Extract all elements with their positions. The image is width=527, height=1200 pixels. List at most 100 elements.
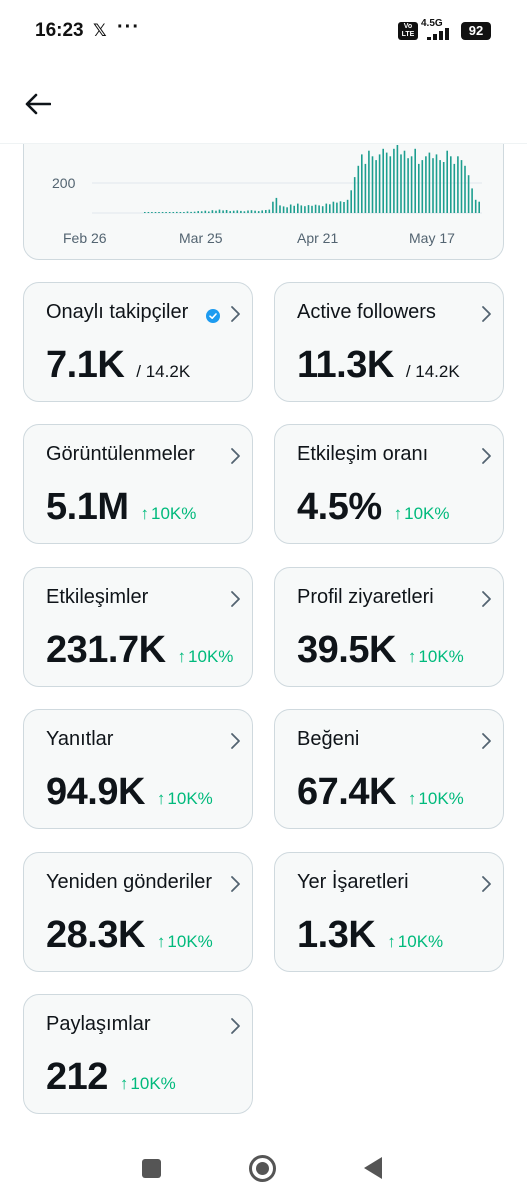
chart-bar bbox=[307, 205, 310, 213]
metric-card[interactable]: Görüntülenmeler 5.1M ↑ 10K% bbox=[23, 424, 253, 544]
metric-value: 5.1M bbox=[46, 486, 129, 528]
chart-bar bbox=[364, 163, 367, 213]
system-back-button[interactable] bbox=[364, 1157, 382, 1179]
chart-bar bbox=[353, 177, 356, 213]
chart-bar bbox=[190, 211, 192, 213]
chart-bar bbox=[414, 148, 416, 213]
metric-value-row: 39.5K ↑ 10K% bbox=[297, 629, 464, 672]
chart-bar bbox=[407, 158, 409, 213]
chart-bar bbox=[428, 152, 431, 213]
recents-button[interactable] bbox=[142, 1159, 161, 1178]
chart-bar bbox=[193, 211, 196, 213]
chart-bar bbox=[467, 175, 470, 213]
metric-change: ↑ 10K% bbox=[387, 932, 443, 952]
chart-bar bbox=[147, 212, 150, 213]
chevron-right-icon bbox=[231, 1018, 240, 1034]
metric-title: Active followers bbox=[297, 301, 436, 323]
metric-title: Beğeni bbox=[297, 728, 360, 750]
chart-bar bbox=[293, 205, 295, 213]
chart-bar bbox=[282, 206, 285, 213]
chart-bar bbox=[368, 150, 370, 213]
arrow-up-icon: ↑ bbox=[407, 789, 417, 808]
chart-bar bbox=[200, 211, 203, 213]
more-notifications-icon: ··· bbox=[117, 16, 140, 38]
back-button[interactable] bbox=[18, 84, 58, 124]
chart-bar bbox=[478, 201, 480, 213]
chart-bar bbox=[418, 163, 420, 213]
chart-bar bbox=[457, 156, 459, 213]
chart-bar bbox=[204, 210, 207, 213]
x-tick-label: Feb 26 bbox=[63, 230, 107, 246]
chevron-right-icon bbox=[482, 876, 491, 892]
chart-bar bbox=[186, 211, 189, 213]
metric-value-row: 94.9K ↑ 10K% bbox=[46, 771, 213, 814]
chart-bar bbox=[261, 210, 263, 213]
metric-change: ↑ 10K% bbox=[408, 647, 464, 667]
chart-bar bbox=[361, 154, 363, 213]
chart-bar bbox=[197, 211, 199, 213]
metric-title: Yer İşaretleri bbox=[297, 871, 409, 893]
chart-bar bbox=[375, 160, 377, 213]
metric-card[interactable]: Yanıtlar 94.9K ↑ 10K% bbox=[23, 709, 253, 829]
metric-change-value: 10K% bbox=[167, 789, 213, 808]
chart-bar bbox=[236, 210, 239, 213]
chart-bar bbox=[371, 156, 374, 213]
chart-bar bbox=[332, 201, 335, 213]
chart-bar bbox=[446, 150, 448, 213]
metric-card[interactable]: Onaylı takipçiler 7.1K / 14.2K bbox=[23, 282, 253, 402]
chart-bar bbox=[272, 201, 274, 213]
chart-bar bbox=[403, 150, 406, 213]
chart-bar bbox=[393, 148, 395, 213]
chart-bar bbox=[279, 205, 281, 213]
metric-card[interactable]: Profil ziyaretleri 39.5K ↑ 10K% bbox=[274, 567, 504, 687]
status-time: 16:23 bbox=[35, 20, 84, 41]
metric-card[interactable]: Paylaşımlar 212 ↑ 10K% bbox=[23, 994, 253, 1114]
chart-bar bbox=[439, 160, 441, 213]
chart-bar bbox=[304, 206, 306, 213]
chart-bar bbox=[343, 202, 345, 213]
chart-bar bbox=[275, 197, 278, 213]
chart-bar bbox=[474, 199, 477, 213]
chart-bar bbox=[339, 201, 342, 213]
chart-bar bbox=[208, 211, 210, 213]
chart-bar bbox=[382, 148, 384, 213]
chevron-right-icon bbox=[482, 591, 491, 607]
metric-title: Yanıtlar bbox=[46, 728, 114, 750]
chevron-right-icon bbox=[231, 591, 240, 607]
home-button[interactable] bbox=[249, 1155, 276, 1182]
metric-value-row: 231.7K ↑ 10K% bbox=[46, 629, 233, 672]
metric-card[interactable]: Yer İşaretleri 1.3K ↑ 10K% bbox=[274, 852, 504, 972]
chart-bar bbox=[400, 154, 402, 213]
chart-bar bbox=[232, 210, 235, 213]
metric-change: ↑ 10K% bbox=[394, 504, 450, 524]
metric-card[interactable]: Etkileşimler 231.7K ↑ 10K% bbox=[23, 567, 253, 687]
chart-bar bbox=[172, 212, 175, 213]
impressions-chart-card: 200 Feb 26 Mar 25 Apr 21 May 17 bbox=[23, 128, 504, 260]
chart-bar bbox=[389, 156, 392, 213]
x-tick-label: May 17 bbox=[409, 230, 455, 246]
chart-bar bbox=[144, 212, 146, 213]
chart-bar bbox=[421, 160, 424, 213]
chart-bar bbox=[215, 210, 217, 213]
chart-bar bbox=[311, 205, 313, 213]
metric-card[interactable]: Beğeni 67.4K ↑ 10K% bbox=[274, 709, 504, 829]
metric-value-row: 67.4K ↑ 10K% bbox=[297, 771, 464, 814]
chart-bar bbox=[154, 212, 157, 213]
chevron-right-icon bbox=[231, 306, 240, 322]
chart-bar bbox=[225, 210, 228, 213]
arrow-up-icon: ↑ bbox=[393, 504, 403, 523]
chart-bar bbox=[183, 212, 185, 213]
metric-card[interactable]: Active followers 11.3K / 14.2K bbox=[274, 282, 504, 402]
metric-value-row: 28.3K ↑ 10K% bbox=[46, 914, 213, 957]
metric-change-value: 10K% bbox=[418, 647, 464, 666]
metric-value: 4.5% bbox=[297, 486, 382, 528]
chart-bar bbox=[240, 210, 242, 213]
metric-value: 7.1K bbox=[46, 344, 125, 386]
volte-icon: Vo LTE bbox=[398, 22, 418, 40]
chart-bar bbox=[265, 210, 267, 213]
metric-card[interactable]: Yeniden gönderiler 28.3K ↑ 10K% bbox=[23, 852, 253, 972]
metric-card[interactable]: Etkileşim oranı 4.5% ↑ 10K% bbox=[274, 424, 504, 544]
arrow-left-icon bbox=[25, 93, 51, 115]
chart-bar bbox=[314, 204, 317, 213]
metric-change-value: 10K% bbox=[188, 647, 234, 666]
